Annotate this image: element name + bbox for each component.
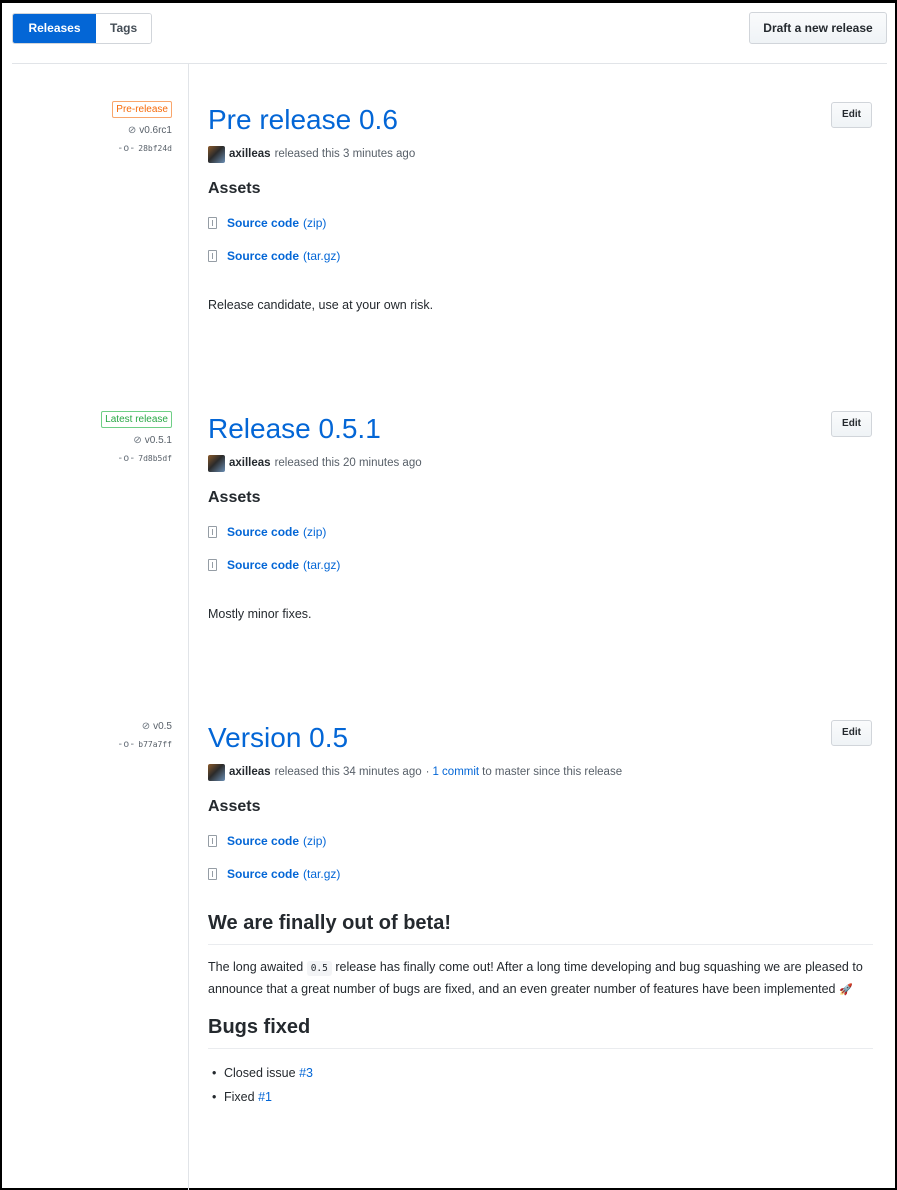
assets-heading: Assets	[208, 180, 261, 197]
asset-targz[interactable]: Source code (tar.gz)	[208, 557, 873, 573]
release-meta: ⊘ v0.5 -o-b77a7ff	[12, 720, 172, 751]
commit-link[interactable]: -o- 28bf24d	[12, 143, 172, 155]
tag-name: v0.5.1	[144, 435, 172, 446]
asset-label: Source code	[227, 525, 300, 539]
asset-label: Source code	[227, 249, 300, 263]
asset-ext: (zip)	[303, 525, 327, 539]
notes-heading: We are finally out of beta!	[208, 912, 873, 945]
tag-name: v0.5	[153, 721, 172, 732]
asset-zip[interactable]: Source code (zip)	[208, 215, 873, 231]
release-tabs: Releases Tags	[12, 13, 152, 44]
edit-button[interactable]: Edit	[831, 720, 872, 746]
tag-name: v0.6rc1	[139, 125, 172, 136]
list-item: Closed issue #3	[208, 1061, 873, 1085]
author-link[interactable]: axilleas	[229, 457, 271, 469]
commit-sha: 28bf24d	[138, 144, 172, 153]
asset-targz[interactable]: Source code (tar.gz)	[208, 248, 873, 264]
asset-label: Source code	[227, 834, 300, 848]
notes-text-pre: The long awaited	[208, 960, 304, 974]
issue-link[interactable]: #1	[258, 1090, 272, 1104]
issue-link[interactable]: #3	[299, 1066, 313, 1080]
asset-zip[interactable]: Source code (zip)	[208, 524, 873, 540]
asset-zip[interactable]: Source code (zip)	[208, 833, 873, 849]
tag-icon: ⊘	[133, 435, 142, 446]
release-title[interactable]: Release 0.5.1	[208, 412, 873, 446]
release-description: Release candidate, use at your own risk.	[208, 298, 434, 312]
release-time: released this 3 minutes ago	[274, 148, 416, 160]
tag-icon: ⊘	[127, 125, 137, 136]
release-time: released this 34 minutes ago	[274, 766, 422, 778]
notes-paragraph: The long awaited 0.5 release has finally…	[208, 957, 873, 1000]
commit-link[interactable]: -o-b77a7ff	[12, 739, 172, 751]
latest-release-label: Latest release	[101, 411, 172, 428]
release-title[interactable]: Version 0.5	[208, 721, 873, 755]
avatar[interactable]	[208, 763, 225, 781]
asset-targz[interactable]: Source code (tar.gz)	[208, 866, 873, 882]
commit-icon: -o-	[117, 143, 136, 154]
bugs-list: Closed issue #3 Fixed #1	[208, 1061, 873, 1109]
edit-button[interactable]: Edit	[831, 411, 872, 437]
asset-ext: (tar.gz)	[303, 558, 341, 572]
assets-heading: Assets	[208, 489, 261, 506]
file-zip-icon	[208, 250, 217, 262]
release-byline: axilleas released this 3 minutes ago	[208, 145, 873, 163]
asset-label: Source code	[227, 867, 300, 881]
release-body: Version 0.5 axilleas released this 34 mi…	[208, 721, 873, 1109]
release-meta: Latest release ⊘ v0.5.1 -o- 7d8b5df	[12, 410, 172, 465]
tab-releases[interactable]: Releases	[13, 14, 96, 43]
prerelease-label: Pre-release	[112, 101, 172, 118]
asset-ext: (zip)	[303, 834, 327, 848]
asset-ext: (tar.gz)	[303, 867, 341, 881]
bug-text: Fixed	[224, 1090, 255, 1104]
bugs-heading: Bugs fixed	[208, 1016, 873, 1049]
tag-link[interactable]: ⊘ v0.6rc1	[12, 124, 172, 138]
draft-new-release-button[interactable]: Draft a new release	[749, 12, 887, 44]
file-zip-icon	[208, 559, 217, 571]
file-zip-icon	[208, 868, 217, 880]
release-meta: Pre-release ⊘ v0.6rc1 -o- 28bf24d	[12, 100, 172, 155]
rocket-icon: 🚀	[838, 984, 853, 996]
file-zip-icon	[208, 217, 217, 229]
commits-since-link[interactable]: 1 commit	[432, 766, 479, 778]
tag-link[interactable]: ⊘ v0.5	[12, 720, 172, 734]
commit-sha: b77a7ff	[138, 740, 172, 749]
release-body: Release 0.5.1 axilleas released this 20 …	[208, 412, 873, 621]
release-time: released this 20 minutes ago	[274, 457, 422, 469]
tag-link[interactable]: ⊘ v0.5.1	[12, 434, 172, 448]
asset-ext: (zip)	[303, 216, 327, 230]
author-link[interactable]: axilleas	[229, 148, 271, 160]
avatar[interactable]	[208, 454, 225, 472]
release-byline: axilleas released this 20 minutes ago	[208, 454, 873, 472]
file-zip-icon	[208, 835, 217, 847]
tab-tags[interactable]: Tags	[96, 14, 151, 43]
asset-label: Source code	[227, 558, 300, 572]
asset-ext: (tar.gz)	[303, 249, 341, 263]
bug-text: Closed issue	[224, 1066, 296, 1080]
commit-link[interactable]: -o- 7d8b5df	[12, 453, 172, 465]
commits-since-suffix: to master since this release	[482, 766, 623, 778]
edit-button[interactable]: Edit	[831, 102, 872, 128]
release-title[interactable]: Pre release 0.6	[208, 103, 873, 137]
release-description: Mostly minor fixes.	[208, 607, 312, 621]
header-divider	[12, 63, 887, 64]
file-zip-icon	[208, 526, 217, 538]
author-link[interactable]: axilleas	[229, 766, 271, 778]
version-code: 0.5	[306, 961, 332, 976]
asset-label: Source code	[227, 216, 300, 230]
commit-icon: -o-	[117, 739, 136, 750]
byline-separator: ·	[425, 766, 430, 778]
list-item: Fixed #1	[208, 1085, 873, 1109]
release-body: Pre release 0.6 axilleas released this 3…	[208, 103, 873, 312]
assets-heading: Assets	[208, 798, 261, 815]
release-byline: axilleas released this 34 minutes ago · …	[208, 763, 873, 781]
timeline-divider	[188, 64, 189, 1190]
commit-sha: 7d8b5df	[138, 454, 172, 463]
avatar[interactable]	[208, 145, 225, 163]
commit-icon: -o-	[117, 453, 136, 464]
tag-icon: ⊘	[141, 721, 151, 732]
